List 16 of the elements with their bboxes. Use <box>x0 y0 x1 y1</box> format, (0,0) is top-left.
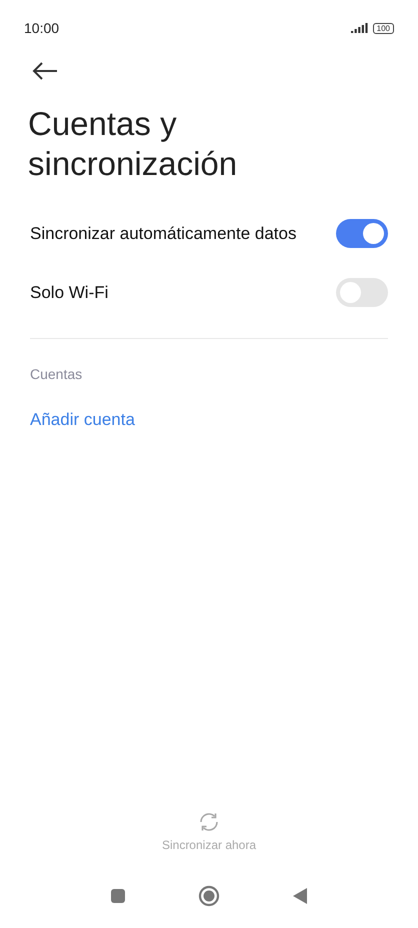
signal-icon <box>350 23 368 33</box>
page-title: Cuentas y sincronización <box>28 104 238 184</box>
triangle-icon <box>292 887 308 905</box>
setting-label: Sincronizar automáticamente datos <box>30 224 296 244</box>
back-arrow-icon <box>32 62 58 80</box>
toggle-switch[interactable] <box>336 278 388 307</box>
add-account-link[interactable]: Añadir cuenta <box>30 410 135 430</box>
sync-now-button[interactable]: Sincronizar ahora <box>162 810 256 852</box>
circle-icon <box>198 885 220 907</box>
square-icon <box>110 888 126 904</box>
section-header: Cuentas <box>30 366 82 382</box>
battery-indicator: 100 <box>372 22 394 34</box>
sync-icon <box>197 810 221 834</box>
toggle-switch[interactable] <box>336 219 388 248</box>
setting-label: Solo Wi-Fi <box>30 282 108 302</box>
status-time: 10:00 <box>24 20 60 36</box>
